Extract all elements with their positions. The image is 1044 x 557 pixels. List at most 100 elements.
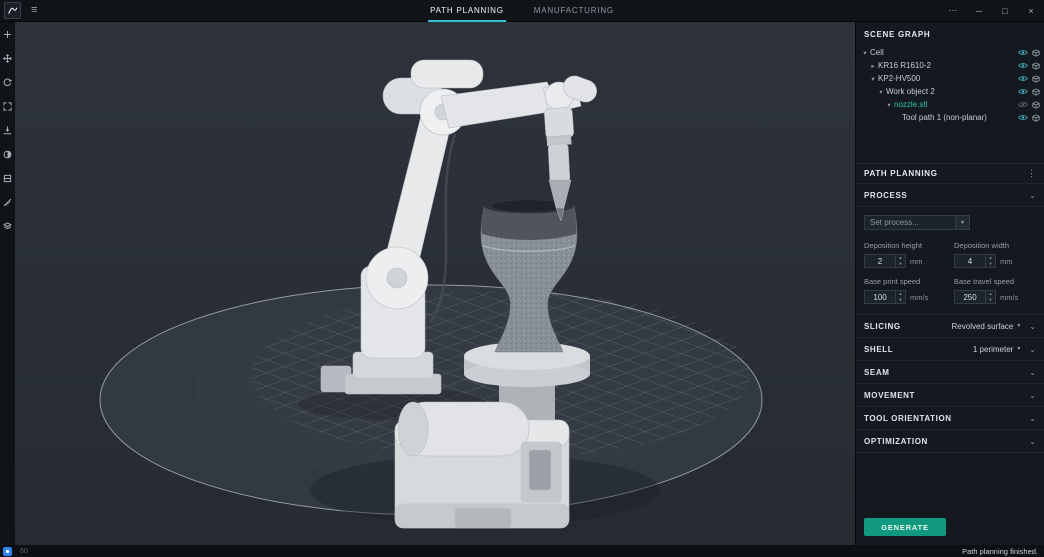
minimize-icon[interactable]: ─	[966, 0, 992, 21]
tree-item-work-object[interactable]: ▾ Work object 2	[856, 85, 1044, 98]
field-base-print-speed: Base print speed ▴▾ mm/s	[864, 268, 946, 304]
section-title: SLICING	[864, 322, 901, 331]
caret-down-icon[interactable]: ▾	[861, 49, 869, 57]
section-process[interactable]: PROCESS ⌄	[856, 184, 1044, 207]
process-settings: Set process... ▼ Deposition height ▴▾ mm…	[856, 207, 1044, 315]
right-panel: SCENE GRAPH ▾ Cell ▸ KR16 R1610-2 ▾ KP2-…	[855, 22, 1044, 545]
cube-icon[interactable]	[1032, 62, 1040, 70]
deposition-width-value[interactable]	[955, 255, 985, 267]
deposition-height-input[interactable]: ▴▾	[864, 254, 906, 268]
cube-icon[interactable]	[1032, 49, 1040, 57]
base-travel-speed-value[interactable]	[955, 291, 985, 303]
cube-icon[interactable]	[1032, 114, 1040, 122]
stepper-down-icon[interactable]: ▾	[986, 261, 995, 267]
measure-button[interactable]	[2, 197, 13, 207]
eye-off-icon[interactable]	[1018, 101, 1028, 108]
shading-icon	[3, 150, 12, 159]
maximize-icon[interactable]: □	[992, 0, 1018, 21]
deposition-height-value[interactable]	[865, 255, 895, 267]
deposition-width-input[interactable]: ▴▾	[954, 254, 996, 268]
plus-icon	[3, 30, 12, 39]
field-label: Deposition width	[954, 241, 1036, 250]
eye-icon[interactable]	[1018, 62, 1028, 69]
viewport-3d[interactable]	[15, 22, 855, 545]
tab-path-planning[interactable]: PATH PLANNING	[428, 0, 506, 22]
caret-down-icon[interactable]: ▾	[877, 88, 885, 96]
fit-view-button[interactable]	[2, 101, 13, 111]
stepper-down-icon[interactable]: ▾	[986, 297, 995, 303]
app-logo	[4, 2, 21, 19]
tab-label: PATH PLANNING	[430, 6, 504, 15]
section-title: PROCESS	[864, 191, 907, 200]
section-seam[interactable]: SEAM ⌄	[856, 361, 1044, 384]
dropdown-caret-icon[interactable]: ▼	[955, 216, 969, 229]
section-box-button[interactable]	[2, 173, 13, 183]
section-title: TOOL ORIENTATION	[864, 414, 952, 423]
eye-icon[interactable]	[1018, 114, 1028, 121]
drop-to-floor-button[interactable]	[2, 125, 13, 135]
tree-row-actions	[1018, 88, 1040, 96]
layers-button[interactable]	[2, 221, 13, 231]
tree-item-tool-path[interactable]: Tool path 1 (non-planar)	[856, 111, 1044, 124]
eye-icon[interactable]	[1018, 75, 1028, 82]
tab-label: MANUFACTURING	[534, 6, 614, 15]
chevron-down-icon[interactable]: ⌄	[1029, 345, 1036, 354]
tree-item-label: Cell	[870, 48, 884, 57]
move-tool-button[interactable]	[2, 53, 13, 63]
chevron-down-icon[interactable]: ⌄	[1029, 391, 1036, 400]
tree-item-kp2[interactable]: ▾ KP2-HV500	[856, 72, 1044, 85]
tree-row-actions	[1018, 62, 1040, 70]
positioner-machine[interactable]	[395, 402, 569, 528]
section-shell[interactable]: SHELL 1 perimeter ▼ ⌄	[856, 338, 1044, 361]
tree-item-nozzle-stl[interactable]: ▾ nozzle.stl	[856, 98, 1044, 111]
shell-select[interactable]: 1 perimeter ▼	[973, 345, 1021, 354]
generate-button[interactable]: GENERATE	[864, 518, 946, 536]
stepper-down-icon[interactable]: ▾	[896, 261, 905, 267]
slicing-mode-select[interactable]: Revolved surface ▼	[952, 322, 1022, 331]
eye-icon[interactable]	[1018, 88, 1028, 95]
chevron-down-icon[interactable]: ⌄	[1029, 322, 1036, 331]
tree-item-cell[interactable]: ▾ Cell	[856, 46, 1044, 59]
menu-icon[interactable]: ≡	[31, 5, 37, 16]
tab-manufacturing[interactable]: MANUFACTURING	[532, 0, 616, 22]
stepper-down-icon[interactable]: ▾	[896, 297, 905, 303]
shading-button[interactable]	[2, 149, 13, 159]
tree-row-actions	[1018, 75, 1040, 83]
section-movement[interactable]: MOVEMENT ⌄	[856, 384, 1044, 407]
close-icon[interactable]: ×	[1018, 0, 1044, 21]
base-print-speed-input[interactable]: ▴▾	[864, 290, 906, 304]
kebab-menu-icon[interactable]: ⋮	[1027, 168, 1036, 179]
section-slicing[interactable]: SLICING Revolved surface ▼ ⌄	[856, 315, 1044, 338]
chevron-down-icon[interactable]: ⌄	[1029, 437, 1036, 446]
section-box-icon	[3, 174, 12, 183]
dropdown-caret-icon: ▼	[1016, 323, 1021, 329]
tree-item-kr16[interactable]: ▸ KR16 R1610-2	[856, 59, 1044, 72]
section-tool-orientation[interactable]: TOOL ORIENTATION ⌄	[856, 407, 1044, 430]
process-select[interactable]: Set process... ▼	[864, 215, 970, 230]
stepper: ▴▾	[985, 255, 995, 267]
process-fields: Deposition height ▴▾ mm Deposition width…	[864, 232, 1036, 304]
chat-icon[interactable]	[3, 547, 12, 556]
base-print-speed-value[interactable]	[865, 291, 895, 303]
caret-down-icon[interactable]: ▾	[885, 101, 893, 109]
chevron-down-icon[interactable]: ⌄	[1029, 191, 1036, 200]
logo-icon	[7, 5, 18, 16]
rotate-icon	[3, 78, 12, 87]
cube-icon[interactable]	[1032, 101, 1040, 109]
eye-icon[interactable]	[1018, 49, 1028, 56]
base-travel-speed-input[interactable]: ▴▾	[954, 290, 996, 304]
cube-icon[interactable]	[1032, 88, 1040, 96]
caret-right-icon[interactable]: ▸	[869, 62, 877, 70]
add-button[interactable]	[2, 29, 13, 39]
section-optimization[interactable]: OPTIMIZATION ⌄	[856, 430, 1044, 453]
section-title: MOVEMENT	[864, 391, 915, 400]
tree-item-label: KR16 R1610-2	[878, 61, 931, 70]
chevron-down-icon[interactable]: ⌄	[1029, 368, 1036, 377]
rotate-tool-button[interactable]	[2, 77, 13, 87]
caret-down-icon[interactable]: ▾	[869, 75, 877, 83]
tree-item-label: nozzle.stl	[894, 100, 927, 109]
process-select-value: Set process...	[870, 218, 919, 227]
cube-icon[interactable]	[1032, 75, 1040, 83]
more-options-icon[interactable]: ⋯	[940, 0, 966, 21]
chevron-down-icon[interactable]: ⌄	[1029, 414, 1036, 423]
